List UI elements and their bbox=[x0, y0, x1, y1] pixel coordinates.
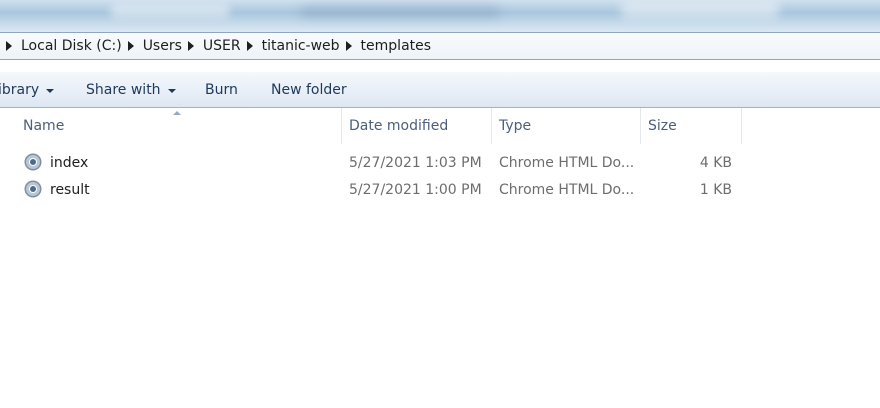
chrome-html-file-icon bbox=[24, 153, 42, 171]
column-header-name[interactable]: Name bbox=[16, 108, 342, 144]
file-size: 4 KB bbox=[699, 155, 732, 171]
file-date-modified: 5/27/2021 1:00 PM bbox=[349, 182, 482, 198]
burn-label: Burn bbox=[205, 82, 238, 98]
window-title-bar bbox=[0, 0, 880, 32]
breadcrumb-label[interactable]: templates bbox=[361, 38, 432, 54]
file-list: index 5/27/2021 1:03 PM Chrome HTML Do..… bbox=[0, 150, 880, 204]
column-header-name-label: Name bbox=[23, 118, 65, 134]
breadcrumb-titanic-web[interactable]: titanic-web bbox=[241, 33, 340, 59]
file-type: Chrome HTML Do... bbox=[499, 182, 635, 198]
file-name[interactable]: result bbox=[50, 182, 90, 198]
share-with-button[interactable]: Share with bbox=[86, 82, 176, 98]
column-header-size[interactable]: Size bbox=[641, 108, 742, 144]
chevron-down-icon bbox=[167, 88, 176, 93]
breadcrumb-local-disk[interactable]: Local Disk (C:) bbox=[0, 33, 122, 59]
share-with-label: Share with bbox=[86, 82, 161, 98]
breadcrumb-label[interactable]: Local Disk (C:) bbox=[21, 38, 122, 54]
column-header-type-label: Type bbox=[499, 118, 532, 134]
breadcrumb-user[interactable]: USER bbox=[182, 33, 241, 59]
file-row-result[interactable]: result 5/27/2021 1:00 PM Chrome HTML Do.… bbox=[0, 177, 880, 204]
include-in-library-label: ibrary bbox=[0, 82, 40, 98]
breadcrumb-arrow-icon[interactable] bbox=[127, 41, 134, 51]
breadcrumb-label[interactable]: USER bbox=[203, 38, 241, 54]
breadcrumb-arrow-icon[interactable] bbox=[6, 41, 12, 51]
breadcrumb-arrow-icon[interactable] bbox=[345, 41, 352, 51]
file-size: 1 KB bbox=[699, 182, 732, 198]
column-header-date-label: Date modified bbox=[349, 118, 449, 134]
breadcrumb-arrow-icon[interactable] bbox=[246, 41, 253, 51]
address-bar[interactable]: Local Disk (C:) Users USER titanic-web t… bbox=[0, 32, 880, 60]
include-in-library-button[interactable]: ibrary bbox=[0, 82, 55, 98]
column-header-date-modified[interactable]: Date modified bbox=[342, 108, 492, 144]
breadcrumb-label[interactable]: titanic-web bbox=[262, 38, 340, 54]
explorer-window: Local Disk (C:) Users USER titanic-web t… bbox=[0, 0, 880, 408]
file-row-index[interactable]: index 5/27/2021 1:03 PM Chrome HTML Do..… bbox=[0, 150, 880, 177]
chrome-html-file-icon bbox=[24, 180, 42, 198]
new-folder-button[interactable]: New folder bbox=[271, 82, 347, 98]
breadcrumb-arrow-icon[interactable] bbox=[187, 41, 194, 51]
file-date-modified: 5/27/2021 1:03 PM bbox=[349, 155, 482, 171]
breadcrumb-users[interactable]: Users bbox=[122, 33, 182, 59]
breadcrumb-label[interactable]: Users bbox=[143, 38, 182, 54]
file-type: Chrome HTML Do... bbox=[499, 155, 635, 171]
chevron-down-icon bbox=[46, 88, 55, 93]
column-header: Name Date modified Type Size bbox=[0, 108, 880, 144]
breadcrumb-templates[interactable]: templates bbox=[340, 33, 432, 59]
new-folder-label: New folder bbox=[271, 82, 347, 98]
column-header-size-label: Size bbox=[648, 118, 677, 134]
command-bar: ibrary Share with Burn New folder bbox=[0, 72, 880, 108]
column-header-type[interactable]: Type bbox=[492, 108, 641, 144]
file-name[interactable]: index bbox=[50, 155, 88, 171]
burn-button[interactable]: Burn bbox=[205, 82, 238, 98]
